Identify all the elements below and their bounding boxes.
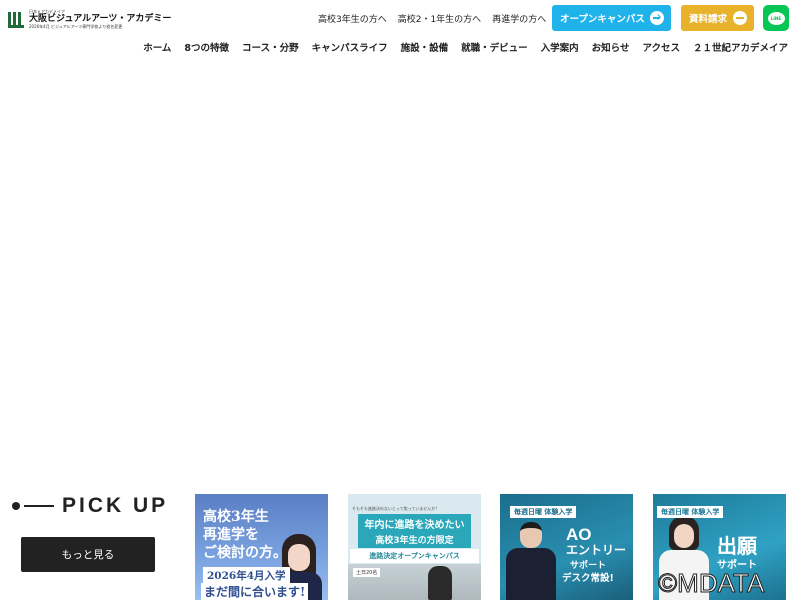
card-text: ご検討の方。 xyxy=(203,545,287,561)
logo-sub-text: 2026年4月 ビジュアルアーツ専門学校より校名変更 xyxy=(29,24,123,29)
card-text: デスク常設! xyxy=(562,573,614,584)
card-text: そもそも進路決めないとって焦っていませんか？ xyxy=(352,506,440,511)
nav-21c-academia[interactable]: ２１世紀アカデメイア xyxy=(693,40,788,54)
card-text: 再進学を xyxy=(203,527,259,543)
watermark: ©MDATA xyxy=(657,568,765,599)
top-link-hs21[interactable]: 高校2・1年生の方へ xyxy=(398,12,481,25)
nav-facilities[interactable]: 施設・設備 xyxy=(401,40,449,54)
logo-main-text: 大阪ビジュアルアーツ・アカデミー xyxy=(29,14,172,24)
top-link-hs3[interactable]: 高校3年生の方へ xyxy=(318,12,387,25)
nav-courses[interactable]: コース・分野 xyxy=(242,40,299,54)
top-links: 高校3年生の方へ 高校2・1年生の方へ 再進学の方へ xyxy=(318,12,546,25)
see-more-button[interactable]: もっと見る xyxy=(21,537,155,572)
card-text: 毎週日曜 体験入学 xyxy=(510,506,577,518)
request-docs-label: 資料請求 xyxy=(689,14,728,25)
request-docs-button[interactable]: 資料請求 xyxy=(681,5,754,31)
school-logo[interactable]: 日本ｅアカデメイア 大阪ビジュアルアーツ・アカデミー 2026年4月 ビジュアル… xyxy=(8,10,171,29)
open-campus-label: オープンキャンパス xyxy=(560,14,645,25)
top-link-reentry[interactable]: 再進学の方へ xyxy=(492,12,546,25)
card-text: 土日20名 xyxy=(353,568,381,577)
line-icon-label: LINE xyxy=(770,15,782,21)
minus-circle-icon xyxy=(733,11,747,25)
card-text: エントリー xyxy=(566,543,627,557)
card-text: まだ間に合います! xyxy=(201,583,309,600)
card-text: 出願 xyxy=(717,534,757,558)
nav-careers[interactable]: 就職・デビュー xyxy=(461,40,528,54)
pickup-title: PICK UP xyxy=(62,494,169,517)
line-button[interactable]: LINE xyxy=(763,5,789,31)
card-text: 毎週日曜 体験入学 xyxy=(657,506,724,518)
bullet-dot-icon xyxy=(12,502,20,510)
main-nav: ホーム 8つの特徴 コース・分野 キャンパスライフ 施設・設備 就職・デビュー … xyxy=(143,40,788,54)
see-more-label: もっと見る xyxy=(61,549,115,561)
staff-photo xyxy=(506,522,556,600)
card-text: 高校3年生 xyxy=(203,509,269,525)
nav-access[interactable]: アクセス xyxy=(642,40,680,54)
nav-home[interactable]: ホーム xyxy=(143,40,171,54)
student-photo xyxy=(428,566,452,600)
card-text: 高校3年生の方限定 xyxy=(358,531,471,548)
nav-admissions[interactable]: 入学案内 xyxy=(541,40,579,54)
nav-news[interactable]: お知らせ xyxy=(592,40,630,54)
open-campus-button[interactable]: オープンキャンパス xyxy=(552,5,671,31)
nav-campus-life[interactable]: キャンパスライフ xyxy=(312,40,388,54)
nav-features[interactable]: 8つの特徴 xyxy=(184,40,229,54)
logo-mark-icon xyxy=(8,11,24,28)
card-text: 進路決定オープンキャンパス xyxy=(350,549,479,563)
pickup-card-ao-entry[interactable]: 毎週日曜 体験入学 AO エントリー サポート デスク常設! xyxy=(500,494,633,600)
hero-area xyxy=(0,60,800,480)
card-text: 2026年4月入学 xyxy=(203,567,290,584)
pickup-card-career-oc[interactable]: そもそも進路決めないとって焦っていませんか？ 年内に進路を決めたい 高校3年生の… xyxy=(348,494,481,600)
heading-rule xyxy=(24,505,54,507)
pickup-heading: PICK UP xyxy=(12,494,168,518)
line-icon: LINE xyxy=(767,11,785,25)
pickup-card-reentry[interactable]: 高校3年生 再進学を ご検討の方。 2026年4月入学 まだ間に合います! xyxy=(195,494,328,600)
arrow-right-icon xyxy=(650,11,664,25)
